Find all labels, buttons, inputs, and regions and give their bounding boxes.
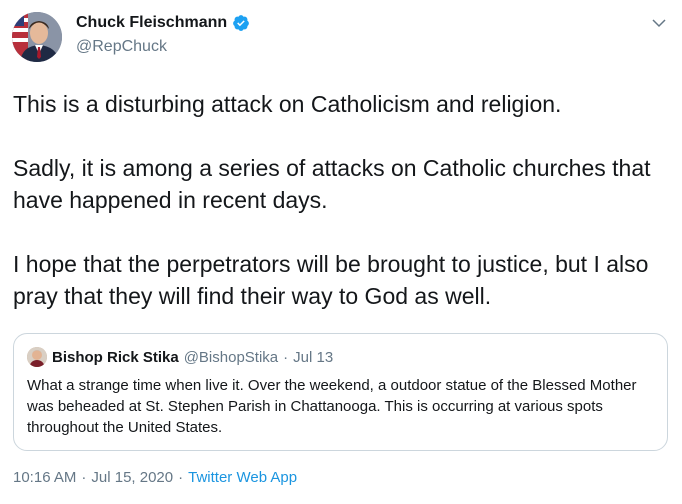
quoted-author-avatar [27,347,47,367]
quoted-author-handle: @BishopStika [183,348,279,366]
tweet-paragraph: Sadly, it is among a series of attacks o… [13,155,651,213]
profile-photo-icon [12,12,62,62]
quoted-profile-photo-icon [27,347,47,367]
quoted-tweet[interactable]: Bishop Rick Stika @BishopStika · Jul 13 … [13,333,668,451]
tweet-meta: 10:16 AM · Jul 15, 2020 · Twitter Web Ap… [13,469,297,486]
quoted-author-display-name: Bishop Rick Stika [52,348,179,366]
separator-dot: · [283,348,289,366]
author-display-name[interactable]: Chuck Fleischmann [76,14,227,32]
author-name-row: Chuck Fleischmann [76,14,250,32]
tweet-paragraph: This is a disturbing attack on Catholici… [13,91,562,117]
quoted-tweet-header: Bishop Rick Stika @BishopStika · Jul 13 [27,347,333,367]
chevron-down-icon[interactable] [650,14,668,32]
quoted-tweet-date: Jul 13 [293,348,334,366]
quoted-tweet-text: What a strange time when live it. Over t… [27,377,637,436]
tweet-paragraph: I hope that the perpetrators will be bro… [13,251,649,309]
tweet-date[interactable]: Jul 15, 2020 [91,469,173,486]
author-avatar[interactable] [12,12,62,62]
tweet-card: Chuck Fleischmann @RepChuck This is a di… [0,0,682,504]
tweet-text: This is a disturbing attack on Catholici… [13,88,671,312]
tweet-source-link[interactable]: Twitter Web App [188,469,297,486]
verified-badge-icon [233,15,250,31]
separator-dot: · [81,469,87,486]
tweet-time[interactable]: 10:16 AM [13,469,76,486]
separator-dot: · [178,469,184,486]
author-handle[interactable]: @RepChuck [76,38,167,56]
